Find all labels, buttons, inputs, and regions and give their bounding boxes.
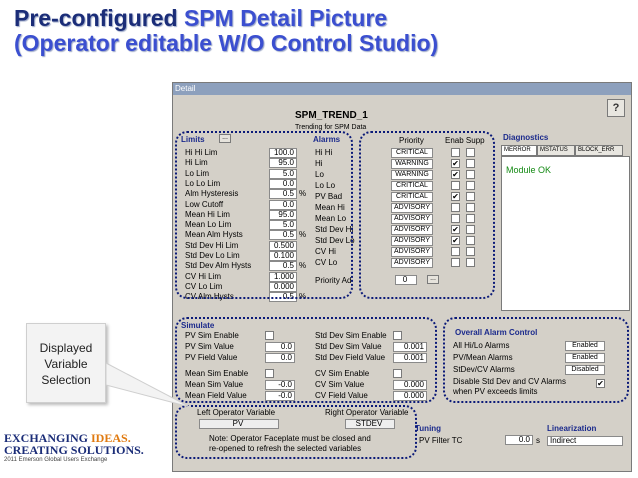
event-logo: EXCHANGING IDEAS. CREATING SOLUTIONS. 20… xyxy=(4,432,169,464)
detail-window: Detail ? SPM_TREND_1 Trending for SPM Da… xyxy=(172,82,632,472)
slide-title-part1: Pre-configured xyxy=(14,5,184,31)
tab-mstatus[interactable]: MSTATUS xyxy=(537,145,575,156)
operator-variable-highlight xyxy=(175,405,417,459)
logo-event-name: 2011 Emerson Global Users Exchange xyxy=(4,457,108,463)
tab-merror[interactable]: MERROR xyxy=(501,145,537,156)
pv-filter-tc-unit: s xyxy=(536,436,540,445)
overall-alarm-highlight xyxy=(443,317,629,403)
help-button[interactable]: ? xyxy=(607,99,625,117)
tab-block-err[interactable]: BLOCK_ERR xyxy=(575,145,623,156)
logo-tagline: EXCHANGING IDEAS. CREATING SOLUTIONS. xyxy=(4,431,144,457)
window-titlebar: Detail xyxy=(173,83,631,95)
alarms-highlight xyxy=(359,131,495,299)
linearization-field[interactable]: Indirect xyxy=(547,436,623,446)
module-name: SPM_TREND_1 xyxy=(295,110,368,121)
pv-filter-tc-label: PV Filter TC xyxy=(419,436,463,445)
callout-pointer xyxy=(106,362,191,408)
diagnostics-panel: Module OK xyxy=(501,156,630,311)
pv-filter-tc-field[interactable]: 0.0 xyxy=(505,435,533,445)
simulate-highlight xyxy=(175,317,437,403)
callout-box: Displayed Variable Selection xyxy=(26,323,106,403)
slide-title: Pre-configured SPM Detail Picture (Opera… xyxy=(14,6,624,56)
slide-title-part2: SPM Detail Picture xyxy=(183,5,388,31)
diagnostics-title: Diagnostics xyxy=(503,133,549,142)
slide-title-line2: (Operator editable W/O Control Studio) xyxy=(14,30,439,56)
tuning-title: Tuning xyxy=(415,424,442,433)
linearization-title: Linearization xyxy=(547,424,597,433)
module-status-text: Module OK xyxy=(506,165,552,175)
limits-highlight xyxy=(175,131,353,299)
